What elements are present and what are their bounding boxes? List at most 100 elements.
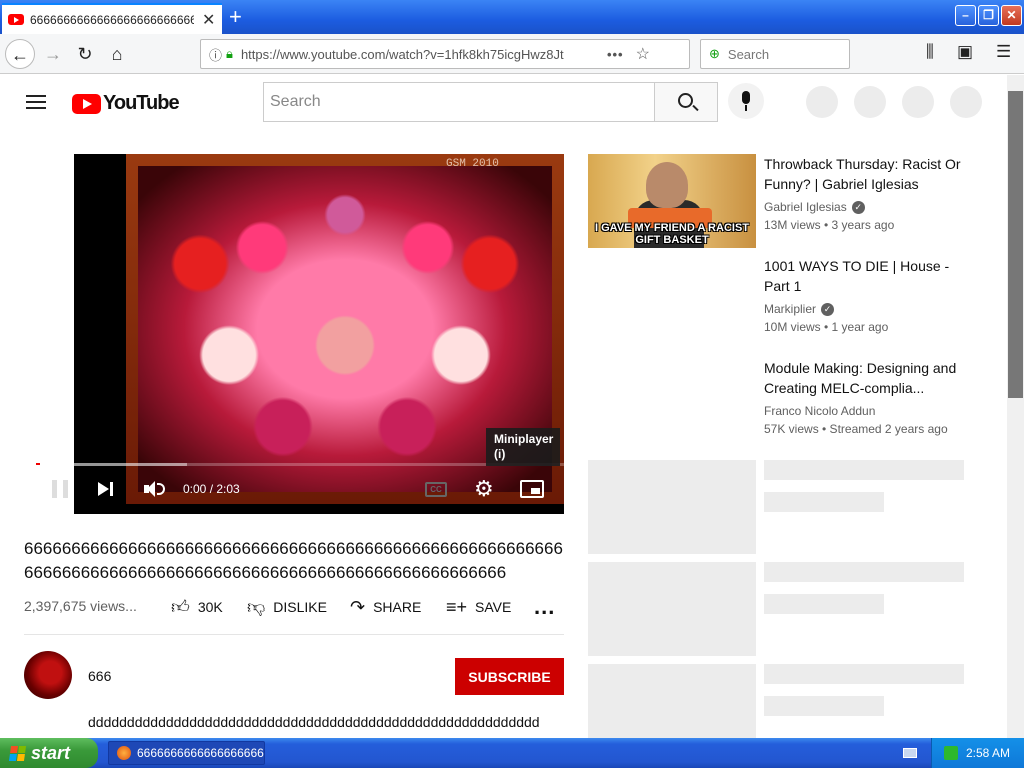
recommendation-title[interactable]: Module Making: Designing and Creating ME…	[764, 358, 959, 398]
share-arrow-icon: ↷	[350, 597, 366, 617]
miniplayer-tooltip: Miniplayer (i)	[486, 428, 560, 466]
browser-tab[interactable]: 666666666666666666666666666666666 ✕	[2, 3, 222, 34]
like-count: 30K	[197, 599, 223, 615]
tab-title: 666666666666666666666666666666666	[30, 12, 194, 27]
tooltip-title: Miniplayer	[494, 432, 554, 446]
back-arrow-icon[interactable]: ←	[5, 39, 35, 69]
search-input[interactable]: Search	[263, 82, 655, 122]
minimize-button[interactable]: –	[955, 5, 976, 26]
recommendation-channel[interactable]: Franco Nicolo Addun	[764, 404, 875, 418]
restore-button[interactable]: ❐	[978, 5, 999, 26]
network-icon[interactable]	[944, 746, 958, 760]
recommendation-channel[interactable]: Markiplier ✓	[764, 302, 835, 316]
buffered-fill	[74, 463, 187, 466]
thumbnail-face	[646, 162, 688, 208]
search-icon	[678, 93, 693, 108]
share-button[interactable]: ↷ SHARE	[350, 598, 421, 616]
placeholder-thumbnail	[588, 460, 756, 554]
video-title: 6666666666666666666666666666666666666666…	[24, 539, 563, 582]
recommendation-channel[interactable]: Gabriel Iglesias ✓	[764, 200, 865, 214]
playlist-add-icon: ≡+	[446, 597, 468, 617]
system-tray: 2:58 AM	[931, 738, 1024, 768]
close-window-button[interactable]: ✕	[1001, 5, 1022, 26]
thumbnail-caption: I GAVE MY FRIEND A RACIST GIFT BASKET	[594, 222, 749, 246]
time-display: 0:00 / 2:03	[183, 482, 240, 496]
windows-taskbar: start 66666666666666666666... 2:58 AM	[0, 738, 1024, 768]
verified-check-icon: ✓	[821, 302, 835, 316]
reload-icon[interactable]: ↻	[70, 39, 100, 69]
hamburger-menu-icon[interactable]	[26, 95, 46, 109]
captions-icon[interactable]: CC	[425, 482, 447, 497]
home-icon[interactable]: ⌂	[102, 39, 132, 69]
bookmark-star-icon[interactable]: ☆	[636, 44, 650, 64]
lock-icon: 🔒︎	[226, 46, 233, 61]
recommendation-channel-name: Markiplier	[764, 302, 817, 316]
library-icon[interactable]: ⫼	[926, 42, 934, 62]
search-engine-icon: ⊕	[709, 46, 720, 61]
menu-icon[interactable]: ☰	[996, 42, 1011, 62]
video-description: dddddddddddddddddddddddddddddddddddddddd…	[88, 714, 540, 730]
dislike-label: DISLIKE	[273, 599, 327, 615]
thumbs-down-icon: 👎︎	[247, 597, 266, 617]
volume-icon[interactable]	[144, 480, 166, 498]
like-button[interactable]: 👍︎ 30K	[171, 598, 223, 616]
placeholder-line	[764, 594, 884, 614]
windows-flag-icon	[8, 745, 27, 761]
firefox-icon	[117, 746, 131, 760]
taskbar-firefox-item[interactable]: 66666666666666666666...	[108, 741, 265, 765]
microphone-icon[interactable]	[728, 83, 764, 119]
clock[interactable]: 2:58 AM	[966, 746, 1010, 760]
forward-arrow-icon[interactable]: →	[38, 39, 68, 69]
view-count[interactable]: 2,397,675 views...	[24, 598, 137, 614]
placeholder-thumbnail	[588, 562, 756, 656]
miniplayer-icon[interactable]	[520, 480, 544, 498]
recommendation-channel-name: Franco Nicolo Addun	[764, 404, 876, 418]
subscribe-button[interactable]: SUBSCRIBE	[455, 658, 564, 695]
divider	[24, 634, 564, 635]
header-placeholder-icon[interactable]	[854, 86, 886, 118]
recommendation-title[interactable]: Throwback Thursday: Racist Or Funny? | G…	[764, 154, 964, 194]
next-icon[interactable]	[96, 481, 116, 497]
header-placeholder-icon[interactable]	[902, 86, 934, 118]
browser-search-placeholder: Search	[727, 46, 770, 62]
tab-close-icon[interactable]: ✕	[202, 10, 215, 30]
recommendation-meta: 57K views • Streamed 2 years ago	[764, 422, 948, 436]
keyboard-icon[interactable]	[903, 748, 917, 758]
progress-marker	[36, 463, 40, 465]
url-text[interactable]: https://www.youtube.com/watch?v=1hfk8kh7…	[241, 47, 601, 62]
placeholder-line	[764, 664, 964, 684]
sidebar-toggle-icon[interactable]: ▣	[957, 42, 973, 62]
browser-titlebar: 666666666666666666666666666666666 ✕ + – …	[0, 0, 1024, 34]
channel-avatar[interactable]	[24, 651, 72, 699]
youtube-header: YouTube Search	[0, 75, 1007, 131]
recommendation-channel-name: Gabriel Iglesias	[764, 200, 847, 214]
placeholder-line	[764, 460, 964, 480]
recommendation-thumbnail[interactable]: I GAVE MY FRIEND A RACIST GIFT BASKET	[588, 154, 756, 248]
channel-name[interactable]: 666	[88, 668, 111, 684]
recommendation-title[interactable]: 1001 WAYS TO DIE | House - Part 1	[764, 256, 964, 296]
info-icon[interactable]: ⓘ	[209, 45, 222, 64]
placeholder-line	[764, 492, 884, 512]
search-button[interactable]	[654, 82, 718, 122]
start-button[interactable]: start	[0, 738, 98, 768]
recommendation-meta: 10M views • 1 year ago	[764, 320, 889, 334]
youtube-favicon-icon	[8, 14, 24, 25]
youtube-logo[interactable]: YouTube	[72, 92, 180, 115]
browser-navbar: ← → ↻ ⌂ ⓘ 🔒︎ https://www.youtube.com/wat…	[0, 34, 1024, 74]
address-bar[interactable]: ⓘ 🔒︎ https://www.youtube.com/watch?v=1hf…	[200, 39, 690, 69]
browser-search-field[interactable]: ⊕ Search	[700, 39, 850, 69]
recommendation-meta: 13M views • 3 years ago	[764, 218, 895, 232]
save-button[interactable]: ≡+ SAVE	[446, 598, 511, 616]
settings-gear-icon[interactable]: ⚙	[474, 478, 494, 500]
more-actions-icon[interactable]: ...	[534, 594, 555, 620]
pause-ghost-icon	[52, 480, 68, 498]
scrollbar-thumb[interactable]	[1008, 91, 1023, 398]
dislike-button[interactable]: 👎︎ DISLIKE	[247, 598, 327, 616]
new-tab-icon[interactable]: +	[229, 4, 242, 30]
header-placeholder-icon[interactable]	[806, 86, 838, 118]
youtube-play-icon	[72, 93, 101, 114]
avatar-placeholder[interactable]	[950, 86, 982, 118]
thumbs-up-icon: 👍︎	[171, 597, 190, 617]
placeholder-line	[764, 696, 884, 716]
page-actions-icon[interactable]: •••	[607, 47, 624, 62]
